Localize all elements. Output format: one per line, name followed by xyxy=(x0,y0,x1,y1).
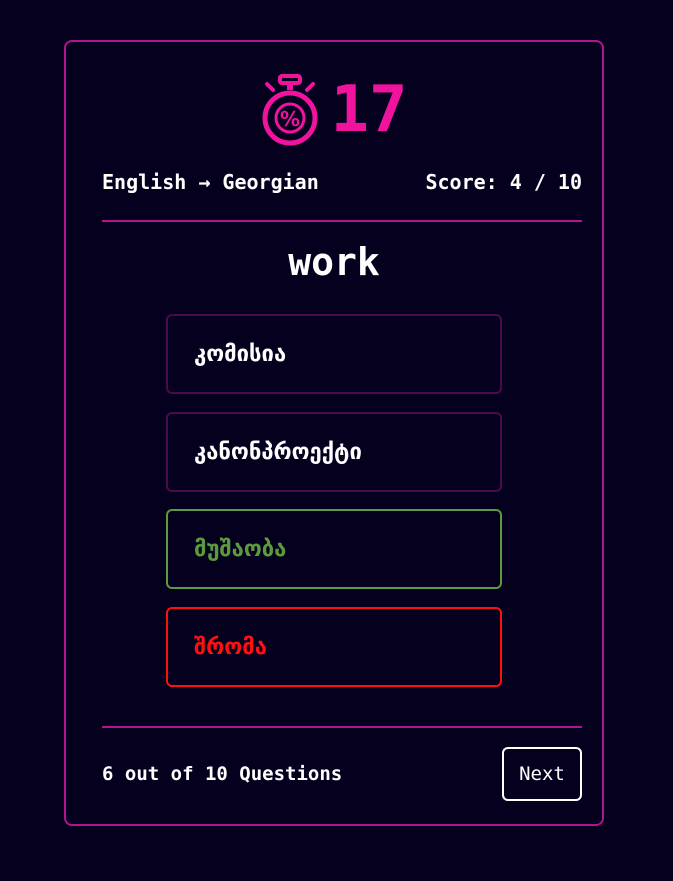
question-word: work xyxy=(288,240,380,284)
quiz-card: % 17 English → Georgian Score: 4 / 10 wo… xyxy=(64,40,604,826)
answer-option-3-correct[interactable]: მუშაობა xyxy=(166,509,502,589)
quiz-meta: English → Georgian Score: 4 / 10 xyxy=(102,170,582,194)
answer-option-1[interactable]: კომისია xyxy=(166,314,502,394)
answer-option-label: შრომა xyxy=(194,634,267,660)
answer-option-2[interactable]: კანონპროექტი xyxy=(166,412,502,492)
stopwatch-percent-icon: % xyxy=(262,74,318,146)
divider-bottom xyxy=(102,726,582,728)
answer-option-4-wrong[interactable]: შრომა xyxy=(166,607,502,687)
answer-option-label: მუშაობა xyxy=(194,536,287,562)
timer: % 17 xyxy=(66,70,602,150)
answer-option-label: კომისია xyxy=(194,341,287,367)
svg-text:%: % xyxy=(280,107,300,131)
question-progress: 6 out of 10 Questions xyxy=(102,763,343,785)
next-button[interactable]: Next xyxy=(502,747,582,801)
language-direction: English → Georgian xyxy=(102,170,319,194)
score-label: Score: 4 / 10 xyxy=(425,170,582,194)
divider-top xyxy=(102,220,582,222)
answer-option-label: კანონპროექტი xyxy=(194,439,362,465)
timer-value: 17 xyxy=(330,73,408,147)
quiz-footer: 6 out of 10 Questions Next xyxy=(102,746,582,802)
